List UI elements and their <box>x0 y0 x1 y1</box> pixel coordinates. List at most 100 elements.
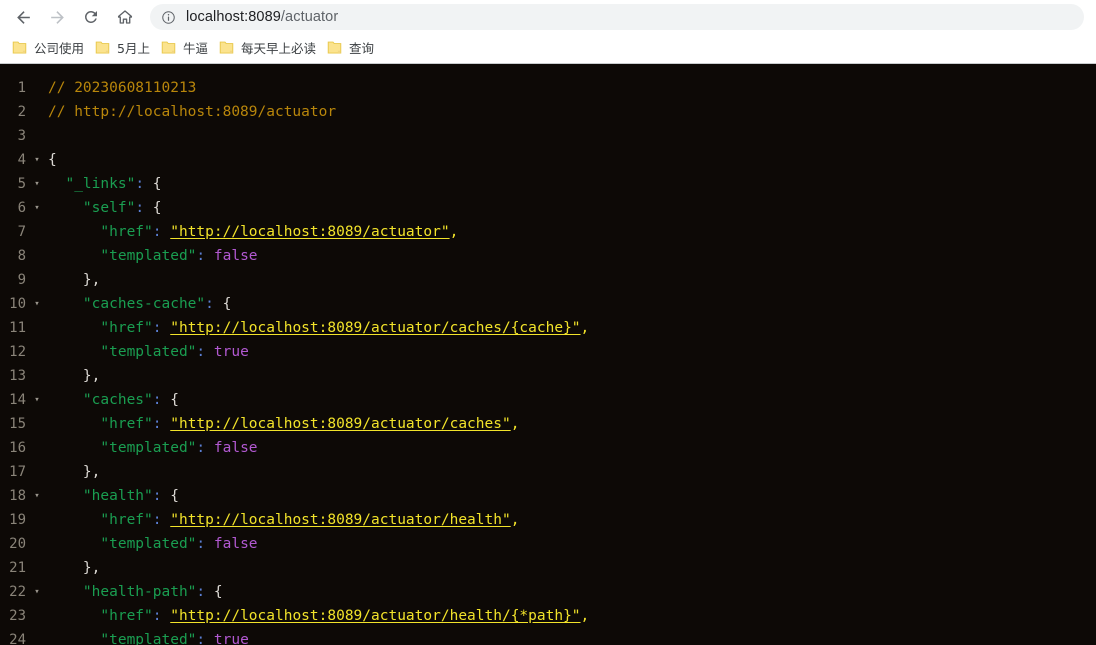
fold-toggle-icon[interactable]: ▾ <box>26 580 48 604</box>
line-number: 16 <box>9 440 26 456</box>
forward-button[interactable] <box>40 2 74 32</box>
bookmarks-bar: 公司使用 5月上 牛逼 每天早上必读 查询 <box>0 34 1096 60</box>
code-line: 6 ▾ "self": { <box>0 196 1096 220</box>
token-comma: , <box>580 320 590 336</box>
token-punc <box>162 608 171 624</box>
token-bool: true <box>213 632 249 645</box>
code-line-text: // http://localhost:8089/actuator <box>48 100 1096 124</box>
fold-toggle-icon[interactable]: ▾ <box>26 292 48 316</box>
token-key: "health-path" <box>48 584 197 600</box>
fold-toggle-icon[interactable]: ▾ <box>26 148 48 172</box>
token-punc: { <box>144 200 162 216</box>
folder-icon <box>12 41 27 53</box>
token-key: "_links" <box>48 176 136 192</box>
token-colon: : <box>152 224 162 240</box>
code-line: 7 "href": "http://localhost:8089/actuato… <box>0 220 1096 244</box>
line-number: 19 <box>9 512 26 528</box>
code-line-text: { <box>48 148 1096 172</box>
address-bar-text: localhost:8089/actuator <box>186 9 338 25</box>
token-punc: { <box>205 584 223 600</box>
fold-toggle-icon[interactable]: ▾ <box>26 388 48 412</box>
token-key: "caches" <box>48 392 153 408</box>
code-line: 11 "href": "http://localhost:8089/actuat… <box>0 316 1096 340</box>
fold-toggle-icon[interactable]: ▾ <box>26 172 48 196</box>
folder-icon <box>95 41 110 53</box>
code-line: 19 "href": "http://localhost:8089/actuat… <box>0 508 1096 532</box>
reload-button[interactable] <box>74 2 108 32</box>
token-key: "href" <box>48 224 153 240</box>
token-key: "templated" <box>48 248 197 264</box>
token-punc: { <box>161 392 179 408</box>
circle-info-icon[interactable] <box>160 9 177 26</box>
line-number: 23 <box>9 608 26 624</box>
line-number: 22 <box>9 584 26 600</box>
fold-toggle-icon[interactable]: ▾ <box>26 484 48 508</box>
code-line-text: "templated": true <box>48 628 1096 645</box>
json-code-viewer[interactable]: 1 // 20230608110213 2 // http://localhost:8… <box>0 64 1096 645</box>
code-lines-container: 1 // 20230608110213 2 // http://localhost:8… <box>0 64 1096 645</box>
token-bool: true <box>213 344 249 360</box>
token-str[interactable]: "http://localhost:8089/actuator" <box>170 224 449 240</box>
address-bar[interactable]: localhost:8089/actuator <box>150 4 1084 30</box>
line-number: 17 <box>9 464 26 480</box>
token-str[interactable]: "http://localhost:8089/actuator/caches" <box>170 416 510 432</box>
code-line: 9 }, <box>0 268 1096 292</box>
token-colon: : <box>196 632 206 645</box>
code-line-text: }, <box>48 556 1096 580</box>
back-button[interactable] <box>6 2 40 32</box>
token-colon: : <box>196 248 206 264</box>
token-colon: : <box>152 392 162 408</box>
line-number: 15 <box>9 416 26 432</box>
token-comma: , <box>510 416 520 432</box>
token-colon: : <box>152 488 162 504</box>
token-comment: // 20230608110213 <box>48 80 197 96</box>
code-line: 8 "templated": false <box>0 244 1096 268</box>
token-punc: }, <box>48 464 101 480</box>
code-line: 17 }, <box>0 460 1096 484</box>
bookmark-item[interactable]: 5月上 <box>91 36 157 58</box>
code-line-text: "templated": false <box>48 532 1096 556</box>
line-number: 11 <box>9 320 26 336</box>
code-line: 12 "templated": true <box>0 340 1096 364</box>
token-colon: : <box>196 344 206 360</box>
code-line: 5 ▾ "_links": { <box>0 172 1096 196</box>
line-number: 21 <box>9 560 26 576</box>
token-str[interactable]: "http://localhost:8089/actuator/health" <box>170 512 510 528</box>
line-number: 1 <box>17 80 26 96</box>
token-colon: : <box>196 584 206 600</box>
token-comma: , <box>449 224 459 240</box>
code-line-text: }, <box>48 268 1096 292</box>
code-line: 15 "href": "http://localhost:8089/actuat… <box>0 412 1096 436</box>
line-number: 10 <box>9 296 26 312</box>
token-punc: { <box>48 152 57 168</box>
token-punc <box>205 344 214 360</box>
token-str[interactable]: "http://localhost:8089/actuator/health/{… <box>170 608 580 624</box>
fold-toggle-icon[interactable]: ▾ <box>26 196 48 220</box>
token-key: "caches-cache" <box>48 296 206 312</box>
bookmark-label: 查询 <box>349 40 375 56</box>
code-line-text: // 20230608110213 <box>48 76 1096 100</box>
code-line: 1 // 20230608110213 <box>0 76 1096 100</box>
line-number: 14 <box>9 392 26 408</box>
address-path: /actuator <box>280 9 339 25</box>
code-line: 22 ▾ "health-path": { <box>0 580 1096 604</box>
bookmark-item[interactable]: 公司使用 <box>8 36 91 58</box>
home-button[interactable] <box>108 2 142 32</box>
bookmark-label: 5月上 <box>117 40 150 56</box>
code-line: 10 ▾ "caches-cache": { <box>0 292 1096 316</box>
bookmark-item[interactable]: 查询 <box>323 36 381 58</box>
token-key: "href" <box>48 320 153 336</box>
token-str[interactable]: "http://localhost:8089/actuator/caches/{… <box>170 320 580 336</box>
token-comma: , <box>580 608 590 624</box>
bookmark-item[interactable]: 每天早上必读 <box>215 36 323 58</box>
token-colon: : <box>152 608 162 624</box>
token-bool: false <box>213 536 258 552</box>
bookmark-item[interactable]: 牛逼 <box>157 36 215 58</box>
token-key: "health" <box>48 488 153 504</box>
code-line: 13 }, <box>0 364 1096 388</box>
line-number: 2 <box>17 104 26 120</box>
line-number: 5 <box>17 176 26 192</box>
line-number: 3 <box>17 128 26 144</box>
code-line: 16 "templated": false <box>0 436 1096 460</box>
folder-icon <box>219 41 234 53</box>
